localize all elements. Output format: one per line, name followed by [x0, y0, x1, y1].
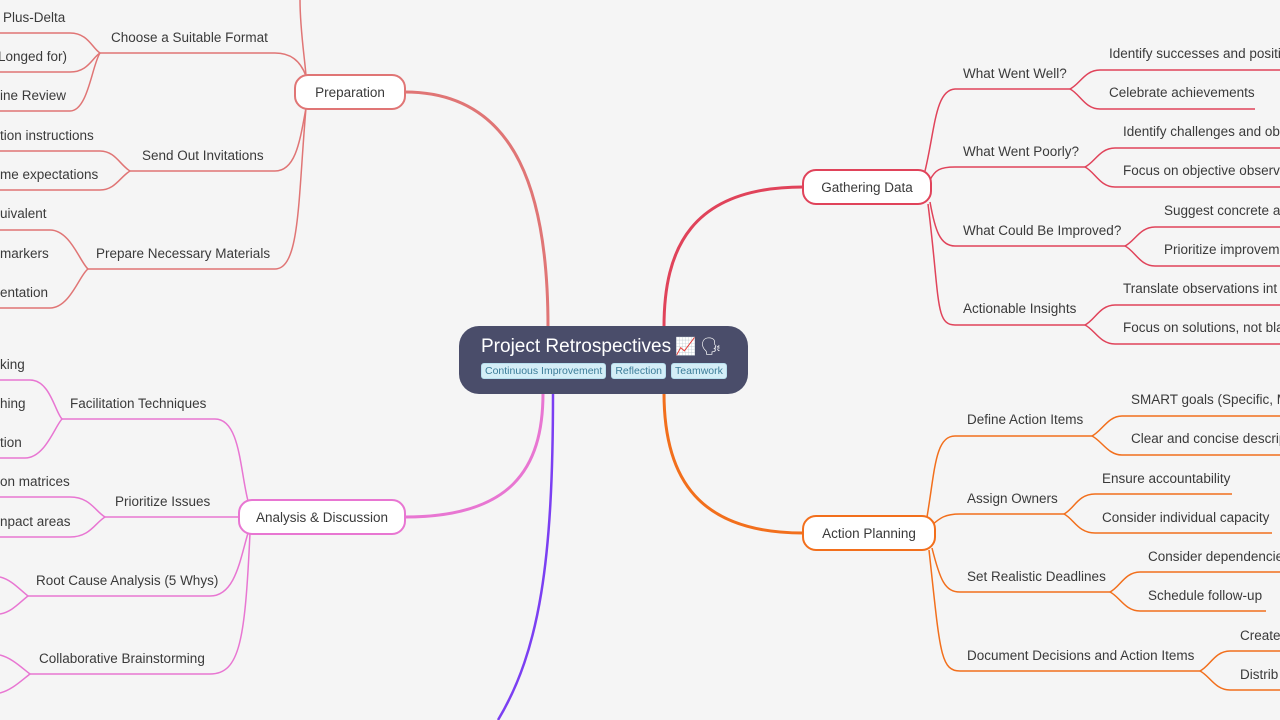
subtopic-root-cause-analysis[interactable]: Root Cause Analysis (5 Whys)	[36, 573, 218, 589]
leaf-item[interactable]: markers	[0, 246, 49, 262]
link-root-hidden-branch	[496, 392, 555, 720]
link-root-gathering	[662, 185, 804, 328]
leaf-item[interactable]: Focus on objective observa	[1123, 163, 1280, 179]
subtopic-prioritize-issues[interactable]: Prioritize Issues	[115, 494, 210, 510]
leaf-item[interactable]: npact areas	[0, 514, 71, 530]
subtopic-what-could-be-improved[interactable]: What Could Be Improved?	[963, 223, 1121, 239]
leaf-item[interactable]: Schedule follow-up	[1148, 588, 1262, 604]
link-root-action	[662, 392, 804, 535]
speaking-head-icon: 🗣	[700, 337, 722, 357]
subtopic-what-went-well[interactable]: What Went Well?	[963, 66, 1067, 82]
leaf-item[interactable]: Ensure accountability	[1102, 471, 1230, 487]
leaf-item[interactable]: Consider dependencie	[1148, 549, 1280, 565]
leaf-item[interactable]: uivalent	[0, 206, 47, 222]
branch-node-preparation[interactable]: Preparation	[294, 74, 406, 110]
subtopic-choose-format[interactable]: Choose a Suitable Format	[111, 30, 268, 46]
leaf-item[interactable]: hing	[0, 396, 26, 412]
leaf-item[interactable]: Clear and concise descrip	[1131, 431, 1280, 447]
subtopic-collaborative-brainstorming[interactable]: Collaborative Brainstorming	[39, 651, 205, 667]
leaf-item[interactable]: Plus-Delta	[3, 10, 65, 26]
subtopic-define-action-items[interactable]: Define Action Items	[967, 412, 1083, 428]
tag[interactable]: Teamwork	[671, 363, 727, 379]
leaf-item[interactable]: Prioritize improvem	[1164, 242, 1280, 258]
branch-node-action-planning[interactable]: Action Planning	[802, 515, 936, 551]
tag[interactable]: Continuous Improvement	[481, 363, 607, 379]
link-root-analysis	[404, 392, 545, 519]
analysis-links	[0, 379, 251, 694]
leaf-item[interactable]: Longed for)	[0, 49, 67, 65]
leaf-item[interactable]: Translate observations int	[1123, 281, 1277, 297]
root-title-row: Project Retrospectives 📈 🗣	[481, 335, 748, 359]
leaf-item[interactable]: tion	[0, 435, 22, 451]
chart-increasing-icon: 📈	[675, 337, 697, 357]
root-tags: Continuous Improvement Reflection Teamwo…	[481, 363, 748, 379]
branch-node-analysis-discussion[interactable]: Analysis & Discussion	[238, 499, 406, 535]
leaf-item[interactable]: king	[0, 357, 25, 373]
leaf-item[interactable]: ine Review	[0, 88, 66, 104]
root-title: Project Retrospectives	[481, 336, 672, 357]
leaf-item[interactable]: Identify successes and positi	[1109, 46, 1280, 62]
root-node[interactable]: Project Retrospectives 📈 🗣 Continuous Im…	[459, 326, 748, 394]
subtopic-what-went-poorly[interactable]: What Went Poorly?	[963, 144, 1079, 160]
link-root-preparation	[404, 90, 550, 328]
subtopic-actionable-insights[interactable]: Actionable Insights	[963, 301, 1076, 317]
subtopic-facilitation-techniques[interactable]: Facilitation Techniques	[70, 396, 206, 412]
leaf-item[interactable]: Celebrate achievements	[1109, 85, 1255, 101]
subtopic-set-realistic-deadlines[interactable]: Set Realistic Deadlines	[967, 569, 1106, 585]
leaf-item[interactable]: Create	[1240, 628, 1280, 644]
leaf-item[interactable]: Focus on solutions, not bla	[1123, 320, 1280, 336]
subtopic-assign-owners[interactable]: Assign Owners	[967, 491, 1058, 507]
leaf-item[interactable]: Distrib	[1240, 667, 1278, 683]
tag[interactable]: Reflection	[611, 363, 667, 379]
leaf-item[interactable]: Consider individual capacity	[1102, 510, 1269, 526]
subtopic-document-decisions[interactable]: Document Decisions and Action Items	[967, 648, 1194, 664]
leaf-item[interactable]: SMART goals (Specific, Me	[1131, 392, 1280, 408]
leaf-item[interactable]: me expectations	[0, 167, 98, 183]
leaf-item[interactable]: on matrices	[0, 474, 70, 490]
leaf-item[interactable]: entation	[0, 285, 48, 301]
branch-node-gathering-data[interactable]: Gathering Data	[802, 169, 932, 205]
subtopic-prepare-materials[interactable]: Prepare Necessary Materials	[96, 246, 270, 262]
leaf-item[interactable]: tion instructions	[0, 128, 94, 144]
subtopic-send-invitations[interactable]: Send Out Invitations	[142, 148, 264, 164]
leaf-item[interactable]: Identify challenges and ob	[1123, 124, 1280, 140]
leaf-item[interactable]: Suggest concrete ac	[1164, 203, 1280, 219]
